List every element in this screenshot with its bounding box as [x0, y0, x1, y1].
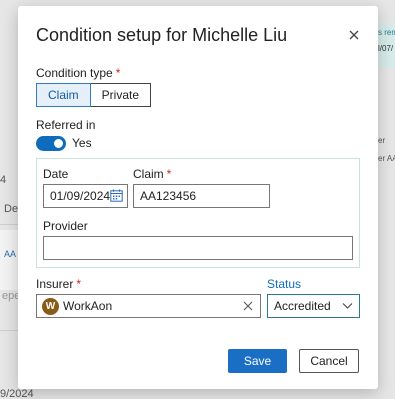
claim-label: Claim * — [133, 167, 172, 181]
background-divider — [0, 330, 18, 331]
background-text: 9/2024 — [0, 388, 34, 399]
insurer-label: Insurer * — [36, 277, 82, 291]
status-value: Accredited — [274, 299, 331, 313]
insurer-avatar: W — [42, 298, 59, 315]
claim-field[interactable]: AA123456 — [133, 184, 270, 208]
condition-setup-dialog: Condition setup for Michelle Liu Conditi… — [18, 6, 378, 389]
status-select[interactable]: Accredited — [267, 294, 360, 318]
close-icon[interactable] — [243, 301, 253, 311]
referred-in-toggle[interactable] — [36, 136, 66, 151]
background-text: er — [378, 136, 386, 145]
background-row — [0, 230, 18, 290]
toggle-knob — [54, 139, 63, 148]
required-marker: * — [76, 277, 82, 291]
required-marker: * — [115, 66, 121, 80]
background-text: s rem — [378, 28, 395, 37]
required-marker: * — [166, 167, 172, 181]
save-button[interactable]: Save — [228, 349, 287, 373]
condition-type-switch: Claim Private — [36, 83, 152, 107]
referred-in-label: Referred in — [36, 118, 96, 132]
referred-in-value: Yes — [72, 136, 92, 150]
dialog-title: Condition setup for Michelle Liu — [36, 25, 288, 45]
condition-type-claim-button[interactable]: Claim — [36, 83, 91, 107]
date-value: 01/09/2024 — [50, 189, 111, 203]
date-field[interactable]: 01/09/2024 — [43, 184, 128, 208]
background-text: AA — [4, 249, 17, 259]
condition-type-private-button[interactable]: Private — [90, 83, 152, 107]
claim-details-panel: Date 01/09/2024 Claim * AA123456 Provider — [36, 158, 360, 268]
condition-type-label: Condition type * — [36, 66, 121, 80]
status-label: Status — [267, 277, 302, 291]
close-icon[interactable] — [347, 28, 361, 42]
background-divider — [0, 224, 18, 225]
date-label: Date — [43, 167, 69, 181]
insurer-value: WorkAon — [63, 299, 113, 313]
calendar-icon[interactable] — [110, 189, 123, 202]
background-text: er AA — [378, 154, 395, 163]
background-text: l/07/ — [378, 44, 394, 53]
chevron-down-icon — [342, 303, 353, 309]
provider-field[interactable] — [43, 236, 353, 260]
background-text: 4 — [0, 174, 7, 186]
claim-value: AA123456 — [140, 189, 197, 203]
cancel-button[interactable]: Cancel — [299, 349, 359, 373]
insurer-field[interactable]: W WorkAon — [36, 294, 261, 318]
provider-label: Provider — [43, 219, 88, 233]
